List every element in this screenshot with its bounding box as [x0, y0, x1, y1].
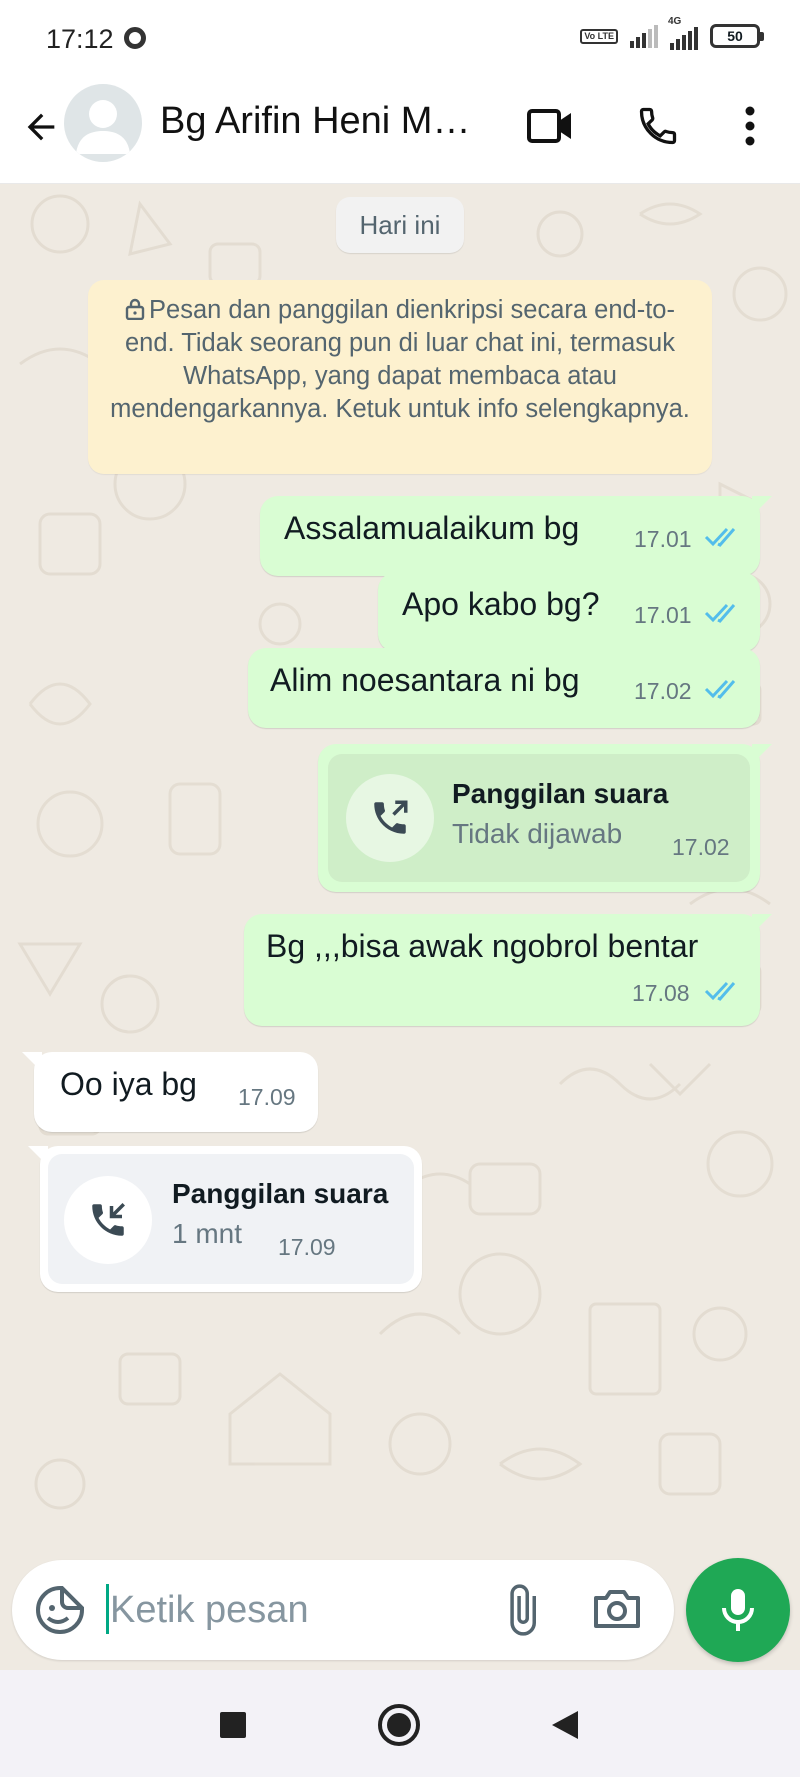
message-text: Bg ,,,bisa awak ngobrol bentar [266, 928, 699, 964]
call-icon-circle [64, 1176, 152, 1264]
home-circle-icon [378, 1704, 420, 1746]
call-icon-circle [346, 774, 434, 862]
camera-icon [594, 1590, 640, 1628]
status-icons: Vo LTE 4G 50 [580, 16, 764, 50]
phone-icon [639, 107, 677, 145]
notification-icon [124, 27, 146, 49]
incoming-call-icon [92, 1203, 125, 1236]
system-nav-bar [0, 1670, 800, 1777]
message-text: Alim noesantara ni bg [270, 662, 580, 698]
avatar[interactable] [64, 84, 142, 162]
battery-icon: 50 [710, 24, 764, 48]
network-type-label: 4G [668, 16, 682, 27]
call-title: Panggilan suara [172, 1178, 389, 1209]
home-button[interactable] [374, 1700, 424, 1750]
triangle-back-icon [552, 1711, 578, 1739]
encryption-notice[interactable]: Pesan dan panggilan dienkripsi secara en… [88, 280, 712, 474]
read-ticks-icon [704, 981, 736, 1001]
call-status: Tidak dijawab [452, 818, 623, 849]
message-text: Oo iya bg [60, 1066, 197, 1102]
outgoing-call-icon [374, 800, 408, 834]
message-bubble-outgoing[interactable]: Assalamualaikum bg 17.01 [260, 496, 772, 576]
volte-icon: Vo LTE [580, 28, 618, 44]
message-time: 17.09 [238, 1084, 296, 1110]
message-text: Apo kabo bg? [402, 586, 600, 622]
message-time: 17.02 [672, 834, 730, 860]
read-ticks-icon [704, 679, 736, 699]
message-bubble-outgoing[interactable]: Apo kabo bg? 17.01 [378, 572, 760, 652]
message-input[interactable] [110, 1582, 470, 1638]
call-card[interactable]: Panggilan suara 1 mnt 17.09 [48, 1154, 414, 1284]
sticker-button[interactable] [34, 1584, 86, 1636]
square-icon [220, 1712, 246, 1738]
status-bar: 17:12 Vo LTE 4G 50 [0, 0, 800, 78]
arrow-left-icon [27, 113, 55, 141]
back-button[interactable] [14, 100, 68, 154]
message-time: 17.02 [634, 678, 692, 704]
call-bubble-outgoing[interactable]: Panggilan suara Tidak dijawab 17.02 [318, 744, 772, 892]
call-card[interactable]: Panggilan suara Tidak dijawab 17.02 [328, 754, 750, 882]
text-cursor [106, 1584, 109, 1634]
read-ticks-icon [704, 603, 736, 623]
chat-header: Bg Arifin Heni Mar... [0, 78, 800, 184]
signal-icon-1 [630, 24, 658, 48]
contact-name[interactable]: Bg Arifin Heni Mar... [160, 100, 490, 143]
status-time: 17:12 [46, 24, 114, 54]
message-bubble-incoming[interactable]: Oo iya bg 17.09 [22, 1052, 318, 1132]
message-bubble-outgoing[interactable]: Bg ,,,bisa awak ngobrol bentar 17.08 [244, 914, 772, 1026]
video-call-button[interactable] [520, 96, 580, 156]
message-bubble-outgoing[interactable]: Alim noesantara ni bg 17.02 [248, 648, 760, 728]
encryption-notice-text: Pesan dan panggilan dienkripsi secara en… [110, 296, 690, 423]
message-text: Assalamualaikum bg [284, 510, 580, 546]
voice-record-button[interactable] [686, 1558, 790, 1662]
message-time: 17.08 [632, 980, 690, 1006]
chat-area[interactable]: Hari ini Pesan dan panggilan dienkripsi … [0, 184, 800, 1560]
more-options-button[interactable] [720, 96, 780, 156]
paperclip-icon [510, 1584, 536, 1636]
recents-button[interactable] [208, 1700, 258, 1750]
call-duration: 1 mnt [172, 1218, 243, 1249]
sticker-icon [36, 1586, 84, 1634]
back-nav-button[interactable] [540, 1700, 590, 1750]
composer [12, 1560, 674, 1660]
signal-icon-2: 4G [668, 16, 698, 50]
date-chip: Hari ini [336, 197, 464, 253]
mic-icon [722, 1589, 754, 1631]
default-avatar-icon [76, 100, 130, 154]
video-call-icon [527, 109, 571, 143]
message-time: 17.01 [634, 602, 692, 628]
message-time: 17.01 [634, 526, 692, 552]
call-bubble-incoming[interactable]: Panggilan suara 1 mnt 17.09 [28, 1146, 422, 1292]
battery-level: 50 [727, 28, 743, 44]
voice-call-button[interactable] [628, 96, 688, 156]
composer-bar [0, 1558, 800, 1670]
attach-button[interactable] [494, 1582, 550, 1638]
call-title: Panggilan suara [452, 778, 669, 809]
more-vertical-icon [745, 106, 755, 146]
message-time: 17.09 [278, 1234, 336, 1260]
camera-button[interactable] [592, 1584, 648, 1638]
read-ticks-icon [704, 527, 736, 547]
lock-icon [125, 298, 145, 321]
